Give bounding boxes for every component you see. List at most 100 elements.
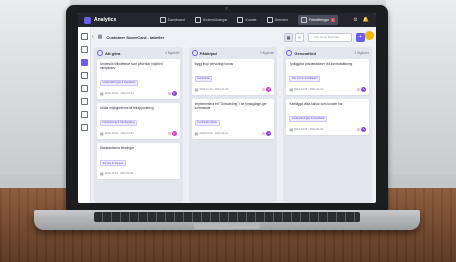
- column-header: Att göra 4 åtgärder: [97, 50, 180, 56]
- calendar-icon: 🗓: [100, 171, 104, 176]
- settings-icon[interactable]: ⚙: [353, 17, 357, 23]
- column-header: Påbörjad 2 åtgärder: [191, 50, 274, 56]
- avatar[interactable]: A: [171, 91, 177, 97]
- list-view-icon[interactable]: ≡: [295, 32, 304, 42]
- nav-badge: 1: [331, 18, 335, 22]
- sidebar-calendar-icon[interactable]: [80, 111, 88, 118]
- card-dates: 2024-10-01 - 2024-12-31: [104, 132, 134, 136]
- task-card[interactable]: Kartlägga vilka kalvar som kunder har Un…: [286, 99, 370, 136]
- logo-icon: [84, 16, 91, 24]
- card-title: Tydliggöra prisvariationer vid kontrolls…: [289, 62, 353, 66]
- status-icon: [191, 50, 198, 56]
- card-footer: 🗓 2024-10-01 - 2024-10-31 A: [289, 87, 367, 93]
- task-card[interactable]: Tydliggöra prisvariationer vid kontrolls…: [286, 59, 370, 96]
- nav-cases[interactable]: Ärenden: [266, 15, 288, 25]
- card-dates: 2024-09-01 - 2024-09-30: [294, 128, 323, 132]
- sidebar-users-icon[interactable]: [80, 85, 88, 92]
- card-tag: Undersökningar & Feedback: [289, 115, 328, 122]
- mini-avatar: [357, 128, 361, 132]
- avatar[interactable]: A: [266, 131, 272, 137]
- sidebar-doc-icon[interactable]: [80, 124, 88, 131]
- board-title: Customer ScoreCard - tabeller: [106, 34, 165, 40]
- task-card[interactable]: Bygg ihop personligt bonus Kundvärde 🗓 2…: [191, 59, 275, 96]
- webcam: [225, 7, 228, 10]
- search-icon: ⌕: [311, 35, 313, 39]
- column-count: 2 åtgärder: [354, 51, 370, 55]
- avatar[interactable]: A: [361, 127, 367, 133]
- nav-dashboard[interactable]: Dashboard: [159, 15, 185, 25]
- calendar-icon: 🗓: [100, 91, 104, 96]
- notifications-icon[interactable]: 🔔: [363, 17, 369, 23]
- card-footer: 🗓 2024-09-01 - 2024-09-30 A: [289, 127, 367, 133]
- calendar-icon: 🗓: [289, 87, 294, 92]
- nav-label: Förbättringar: [308, 18, 330, 22]
- view-toggle: ▦ ≡: [284, 32, 304, 42]
- laptop-screen: Analytics Dashboard Undersökningar Kunde…: [78, 13, 376, 203]
- keyboard: [94, 212, 360, 222]
- kanban-board: Att göra 4 åtgärder Undersök tillkräften…: [94, 47, 373, 203]
- dashboard-icon: [159, 17, 166, 23]
- nav-label: Ärenden: [274, 18, 288, 22]
- task-card[interactable]: Undersök tillkräftenar som påverkar nöjd…: [97, 59, 180, 100]
- card-footer: 🗓 2024-10-01 - 2024-11-21 A: [194, 131, 272, 137]
- survey-icon: [194, 17, 201, 23]
- card-tag: Service & Support: [100, 160, 126, 167]
- search-input[interactable]: ⌕ Sök bland åtgärder: [308, 32, 352, 42]
- user-avatar[interactable]: [365, 31, 374, 40]
- add-action-button[interactable]: +: [356, 32, 365, 42]
- card-title: Kartlägga vilka kalvar som kunder har: [289, 102, 343, 107]
- card-title: Utöka möjligheterna till felrapportering: [100, 106, 154, 111]
- column-title: Att göra: [105, 50, 121, 56]
- avatar[interactable]: A: [171, 131, 177, 137]
- mini-avatar: [357, 88, 361, 92]
- column-todo: Att göra 4 åtgärder Undersök tillkräften…: [94, 47, 183, 203]
- card-tag: Kundvärde: [194, 75, 213, 82]
- mini-avatar: [167, 132, 171, 136]
- card-tag: Undersökningar & Feedback: [100, 79, 138, 86]
- task-card[interactable]: Implementera ett "Onboarding" i de fyras…: [191, 99, 275, 140]
- trackpad: [194, 223, 260, 229]
- kanban-view-icon[interactable]: ▦: [284, 32, 293, 42]
- main-nav: Dashboard Undersökningar Kunder Ärenden …: [144, 15, 353, 25]
- card-footer: 🗓 2024-10-01 - 2024-10-24 A: [100, 91, 177, 97]
- nav-improvements[interactable]: Förbättringar 1: [297, 15, 338, 25]
- calendar-icon: 🗓: [100, 131, 104, 136]
- background-window: [386, 0, 456, 175]
- card-dates: 2024-10-01 - 2024-10-31: [294, 88, 323, 92]
- card-title: Bygg ihop personligt bonus: [194, 62, 234, 66]
- sidebar-chart-icon[interactable]: [80, 72, 88, 79]
- task-card[interactable]: Standardisera felmingar Service & Suppor…: [97, 143, 180, 179]
- avatar[interactable]: A: [361, 87, 367, 93]
- mini-avatar: [262, 88, 266, 92]
- card-tag: Felhantering & Återkoppling: [100, 119, 138, 126]
- sidebar-settings-icon[interactable]: [80, 46, 88, 53]
- card-footer: 🗓 2024-10-01 - 2024-12-31 A: [100, 131, 177, 137]
- app-logo[interactable]: Analytics: [78, 16, 144, 24]
- card-tag: Pris & Kommunikation: [289, 75, 320, 82]
- sidebar-list-icon[interactable]: [80, 98, 88, 105]
- nav-customers[interactable]: Kunder: [237, 15, 257, 25]
- sidebar: [78, 27, 91, 203]
- card-title: Undersök tillkräftenar som påverkar nöjd…: [100, 62, 164, 71]
- card-footer: 🗓 2024-11-01 - 2024-12-31: [100, 172, 177, 176]
- card-title: Implementera ett "Onboarding" i de fyras…: [194, 102, 267, 111]
- customers-icon: [237, 17, 244, 23]
- nav-label: Undersökningar: [202, 18, 228, 22]
- card-footer: 🗓 2024-10-01 - 2024-11-30 A: [195, 87, 272, 93]
- cases-icon: [266, 17, 273, 23]
- task-card[interactable]: Utöka möjligheterna till felrapportering…: [97, 103, 180, 140]
- sidebar-board-icon[interactable]: [80, 59, 88, 66]
- back-icon[interactable]: ‹: [92, 34, 94, 40]
- calendar-icon: 🗓: [289, 127, 294, 132]
- improvements-icon: [300, 17, 307, 23]
- nav-surveys[interactable]: Undersökningar: [194, 15, 228, 25]
- column-count: 4 åtgärder: [165, 51, 180, 55]
- logo-text: Analytics: [94, 17, 117, 23]
- mini-avatar: [262, 132, 266, 136]
- sidebar-home-icon[interactable]: [80, 33, 88, 40]
- avatar[interactable]: A: [266, 87, 272, 93]
- board-toolbar: ‹ ▦ Customer ScoreCard - tabeller ▦ ≡ ⌕ …: [92, 31, 374, 43]
- laptop-lid: Analytics Dashboard Undersökningar Kunde…: [66, 5, 388, 210]
- status-icon: [97, 50, 103, 56]
- calendar-icon: 🗓: [194, 131, 199, 136]
